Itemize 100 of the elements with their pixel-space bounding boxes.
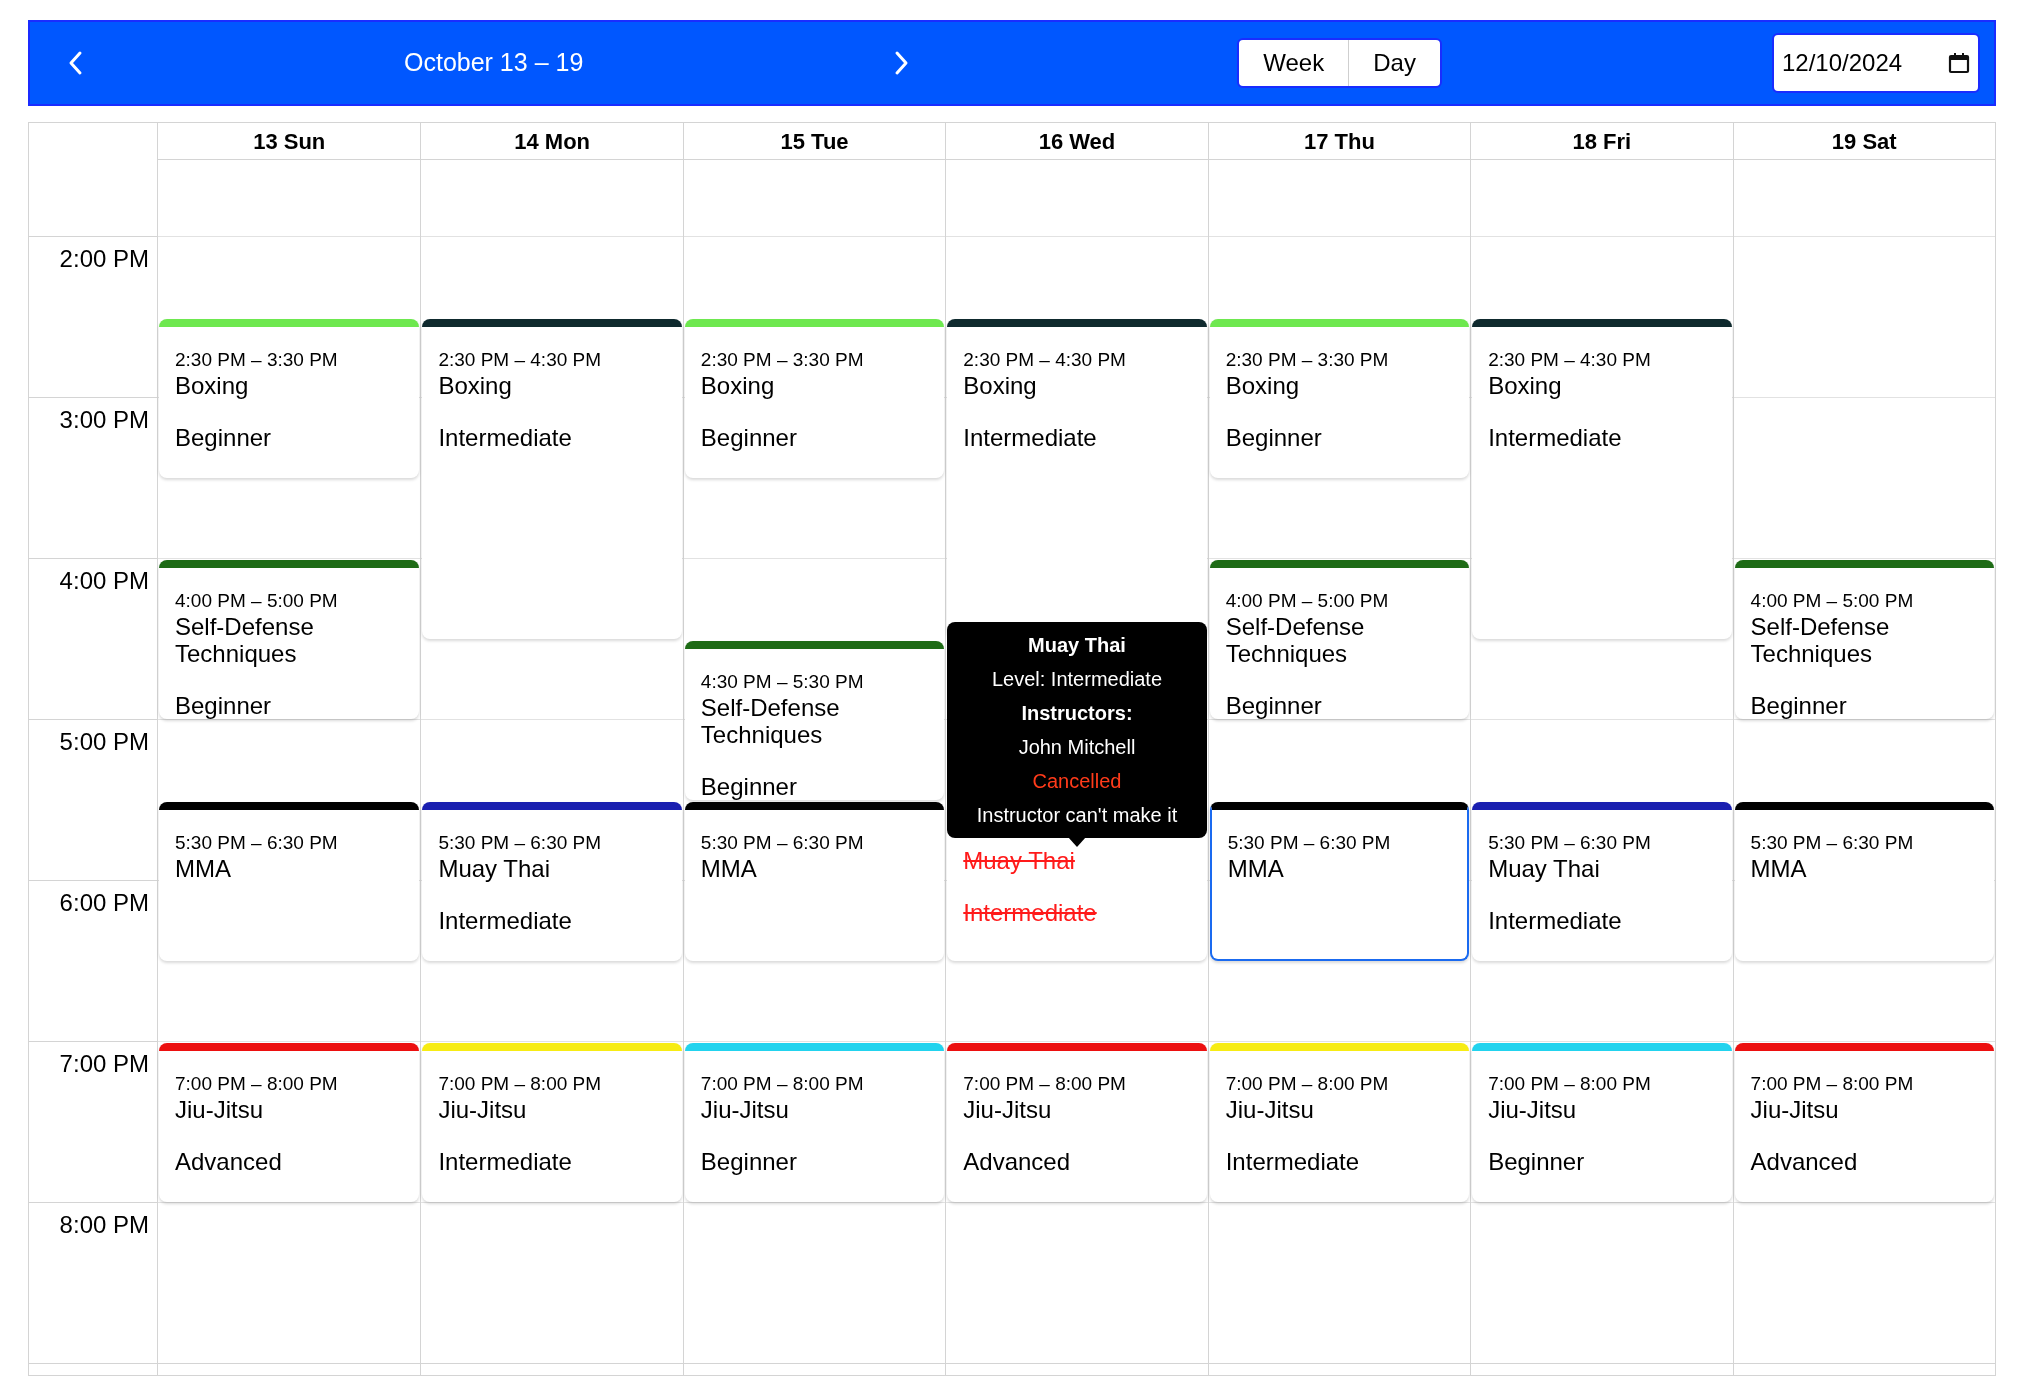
- event-time: 7:00 PM – 8:00 PM: [963, 1072, 1126, 1096]
- event-card[interactable]: 7:00 PM – 8:00 PM Jiu-Jitsu Advanced: [947, 1043, 1207, 1202]
- event-time: 4:00 PM – 5:00 PM: [175, 589, 338, 613]
- event-time: 4:00 PM – 5:00 PM: [1225, 589, 1389, 613]
- hour-label: 2:00 PM: [59, 245, 149, 272]
- event-card[interactable]: 5:30 PM – 6:30 PM MMA: [684, 801, 945, 961]
- event-time: 5:30 PM – 6:30 PM: [1488, 830, 1651, 855]
- event-title: Self-Defense Techniques: [1750, 613, 1891, 667]
- event-time: 7:00 PM – 8:00 PM: [700, 1072, 864, 1096]
- event-card[interactable]: 2:30 PM – 3:30 PM Boxing Beginner: [684, 318, 945, 478]
- event-title: Jiu-Jitsu: [963, 1096, 1052, 1123]
- event-time: 7:00 PM – 8:00 PM: [1750, 1072, 1914, 1096]
- tooltip-instructor: John Mitchell: [1018, 734, 1136, 760]
- event-time: 5:30 PM – 6:30 PM: [175, 830, 338, 855]
- week-range-title: October 13 – 19: [404, 47, 584, 79]
- event-card[interactable]: 2:30 PM – 3:30 PM Boxing Beginner: [1209, 318, 1470, 478]
- day-header: 18 Fri: [1572, 127, 1632, 156]
- event-time: 2:30 PM – 4:30 PM: [438, 347, 602, 372]
- event-card[interactable]: 2:30 PM – 4:30 PM Boxing Intermediate: [422, 318, 682, 639]
- event-title: Boxing: [1488, 371, 1562, 399]
- event-level: Intermediate: [963, 423, 1097, 451]
- event-level: Intermediate: [1488, 423, 1622, 451]
- event-card[interactable]: 5:30 PM – 6:30 PM Muay Thai Intermediate: [1472, 801, 1732, 961]
- event-card[interactable]: 5:30 PM – 6:30 PM MMA: [1209, 801, 1470, 961]
- event-title: Jiu-Jitsu: [1750, 1096, 1839, 1123]
- event-time: 5:30 PM – 6:30 PM: [438, 830, 602, 855]
- event-title: Jiu-Jitsu: [1488, 1096, 1577, 1123]
- event-title: Self-Defense Techniques: [1225, 613, 1366, 667]
- tooltip-status: Cancelled: [1032, 768, 1122, 794]
- hour-label: 5:00 PM: [59, 728, 149, 755]
- event-title: MMA: [700, 854, 757, 882]
- event-level: Beginner: [1225, 692, 1322, 719]
- tooltip-reason: Instructor can't make it: [976, 802, 1178, 828]
- event-card[interactable]: 7:00 PM – 8:00 PM Jiu-Jitsu Beginner: [1472, 1043, 1732, 1202]
- event-card[interactable]: 7:00 PM – 8:00 PM Jiu-Jitsu Beginner: [684, 1043, 945, 1202]
- event-title: MMA: [1750, 854, 1807, 882]
- event-level: Beginner: [1750, 692, 1847, 719]
- event-time: 5:30 PM – 6:30 PM: [700, 830, 864, 855]
- day-header: 16 Wed: [1038, 127, 1116, 156]
- event-title: MMA: [1227, 854, 1284, 882]
- event-title: Boxing: [963, 371, 1037, 399]
- event-level: Beginner: [700, 423, 797, 451]
- event-title: Boxing: [1225, 371, 1300, 399]
- event-time: 4:00 PM – 5:00 PM: [1750, 589, 1914, 613]
- event-level: Intermediate: [1225, 1148, 1360, 1175]
- event-title: Boxing: [438, 371, 512, 399]
- event-card[interactable]: 2:30 PM – 4:30 PM Boxing Intermediate: [1472, 318, 1732, 639]
- day-header: 14 Mon: [514, 127, 591, 156]
- event-card[interactable]: 4:00 PM – 5:00 PM Self-Defense Techniques Beginner: [1734, 560, 1994, 719]
- event-time: 7:00 PM – 8:00 PM: [175, 1072, 338, 1096]
- event-level: Intermediate: [438, 423, 572, 451]
- event-title: Muay Thai: [438, 854, 551, 882]
- event-card[interactable]: 7:00 PM – 8:00 PM Jiu-Jitsu Advanced: [159, 1043, 420, 1202]
- hour-label: 6:00 PM: [59, 889, 149, 916]
- event-card[interactable]: 4:00 PM – 5:00 PM Self-Defense Techniques Beginner: [159, 560, 420, 719]
- event-card[interactable]: 4:30 PM – 5:30 PM Self-Defense Techniques Beginner: [684, 640, 945, 800]
- view-tab[interactable]: Week: [1239, 40, 1349, 86]
- event-card[interactable]: 7:00 PM – 8:00 PM Jiu-Jitsu Intermediate: [422, 1043, 682, 1202]
- event-card[interactable]: 5:30 PM – 6:30 PM Muay Thai Intermediate: [422, 801, 682, 961]
- event-level: Advanced: [963, 1148, 1071, 1175]
- event-time: 4:30 PM – 5:30 PM: [700, 669, 864, 694]
- date-value: 12/10/2024: [1782, 48, 1903, 78]
- event-title: Muay Thai: [963, 846, 1075, 874]
- event-time: 5:30 PM – 6:30 PM: [1750, 830, 1914, 855]
- hour-label: 7:00 PM: [59, 1050, 149, 1077]
- event-level: Beginner: [175, 423, 272, 451]
- event-title: Jiu-Jitsu: [1225, 1096, 1314, 1123]
- event-time: 2:30 PM – 4:30 PM: [963, 347, 1126, 372]
- view-tab[interactable]: Day: [1348, 40, 1440, 86]
- date-field[interactable]: 12/10/2024: [1772, 33, 1980, 93]
- event-level: Advanced: [1750, 1148, 1858, 1175]
- event-title: Self-Defense Techniques: [700, 693, 841, 748]
- hour-label: 3:00 PM: [59, 406, 149, 433]
- day-header: 17 Thu: [1303, 127, 1375, 156]
- event-title: Self-Defense Techniques: [175, 613, 315, 667]
- event-time: 2:30 PM – 4:30 PM: [1488, 347, 1651, 372]
- event-level: Beginner: [700, 1148, 797, 1175]
- tooltip-instructors-label: Instructors:: [1021, 700, 1133, 726]
- event-time: 2:30 PM – 3:30 PM: [1225, 347, 1389, 372]
- event-level: Intermediate: [1488, 906, 1622, 934]
- event-time: 7:00 PM – 8:00 PM: [438, 1072, 602, 1096]
- event-card[interactable]: 7:00 PM – 8:00 PM Jiu-Jitsu Advanced: [1734, 1043, 1994, 1202]
- hour-label: 4:00 PM: [59, 567, 149, 594]
- event-level: Advanced: [175, 1148, 282, 1175]
- day-header: 19 Sat: [1831, 127, 1897, 156]
- event-title: Muay Thai: [1488, 854, 1600, 882]
- event-title: MMA: [175, 854, 231, 882]
- event-card[interactable]: 2:30 PM – 3:30 PM Boxing Beginner: [159, 318, 420, 478]
- calendar-icon: [1948, 52, 1970, 74]
- event-title: Jiu-Jitsu: [438, 1096, 527, 1123]
- event-level: Intermediate: [438, 1148, 572, 1175]
- day-header: 15 Tue: [780, 127, 849, 156]
- event-card[interactable]: 7:00 PM – 8:00 PM Jiu-Jitsu Intermediate: [1209, 1043, 1470, 1202]
- event-card[interactable]: 5:30 PM – 6:30 PM MMA: [1734, 801, 1994, 961]
- event-time: 5:30 PM – 6:30 PM: [1227, 830, 1391, 855]
- event-title: Jiu-Jitsu: [700, 1096, 789, 1123]
- event-card[interactable]: 5:30 PM – 6:30 PM MMA: [159, 801, 420, 961]
- event-time: 7:00 PM – 8:00 PM: [1488, 1072, 1651, 1096]
- event-title: Jiu-Jitsu: [175, 1096, 264, 1123]
- event-card[interactable]: 4:00 PM – 5:00 PM Self-Defense Techniques Beginner: [1209, 560, 1470, 719]
